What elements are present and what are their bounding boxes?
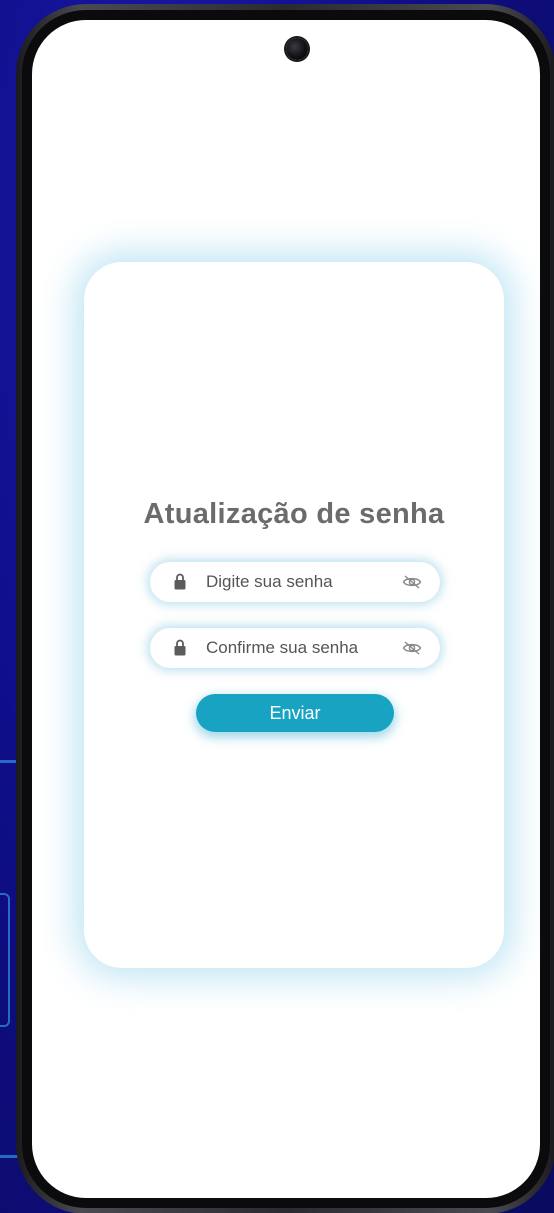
confirm-password-input[interactable] [206, 636, 394, 660]
eye-slash-icon[interactable] [402, 574, 422, 590]
phone-frame: Atualização de senha Enviar [16, 4, 554, 1213]
lock-icon [174, 639, 186, 656]
password-field[interactable] [150, 562, 440, 602]
front-camera [286, 38, 308, 60]
lock-icon [174, 573, 186, 590]
page-title: Atualização de senha [143, 498, 445, 530]
password-update-card: Atualização de senha Enviar [84, 262, 504, 968]
eye-slash-icon[interactable] [402, 640, 422, 656]
phone-bezel: Atualização de senha Enviar [22, 10, 550, 1208]
phone-screen: Atualização de senha Enviar [32, 20, 540, 1198]
submit-button[interactable]: Enviar [196, 694, 394, 732]
confirm-password-field[interactable] [150, 628, 440, 668]
background-panel-outline [0, 893, 10, 1027]
password-input[interactable] [206, 570, 394, 594]
